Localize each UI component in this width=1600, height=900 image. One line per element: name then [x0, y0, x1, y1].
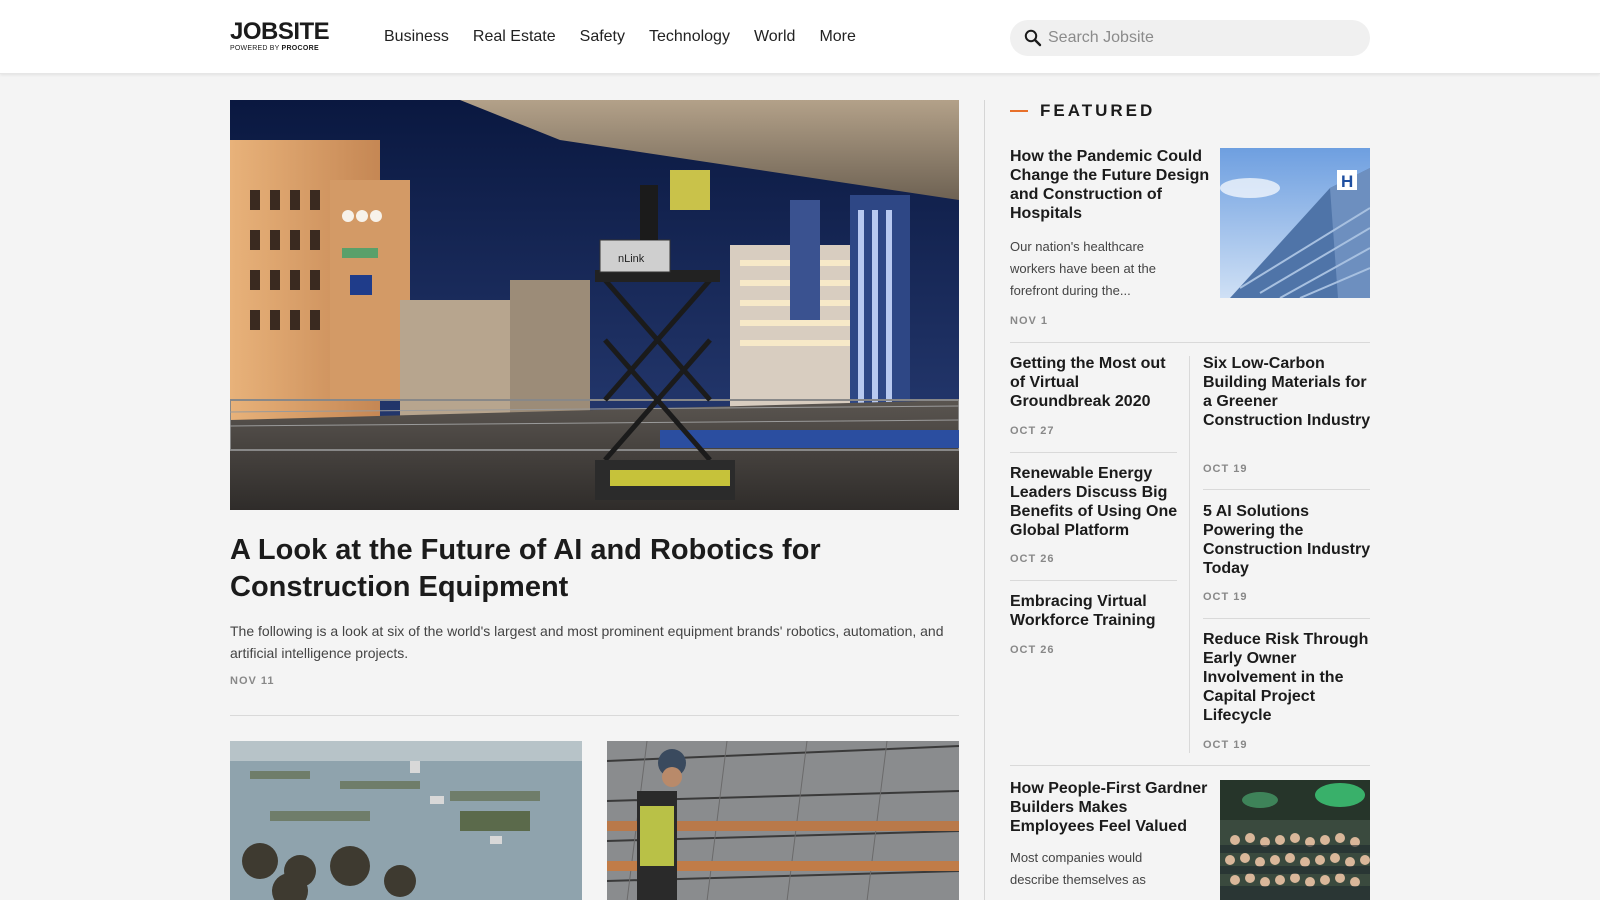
- left-divider-1: [1010, 452, 1177, 453]
- featured-top-title[interactable]: How the Pandemic Could Change the Future…: [1010, 147, 1210, 223]
- right-item-1-date: OCT 19: [1203, 463, 1248, 475]
- featured-accent-dash: [1010, 110, 1028, 112]
- left-item-1-title[interactable]: Getting the Most out of Virtual Groundbr…: [1010, 354, 1182, 411]
- crowd-thumbnail[interactable]: [1220, 780, 1370, 900]
- featured-top-description: Our nation's healthcare workers have bee…: [1010, 239, 1156, 298]
- right-item-2-title[interactable]: 5 AI Solutions Powering the Construction…: [1203, 502, 1373, 578]
- right-item-1-title[interactable]: Six Low-Carbon Building Materials for a …: [1203, 354, 1373, 430]
- hero-divider: [230, 715, 959, 716]
- featured-label: FEATURED: [1040, 101, 1156, 120]
- lift-brand-label: nLink: [618, 253, 645, 265]
- right-divider-2: [1203, 618, 1370, 619]
- search-icon[interactable]: [1024, 29, 1042, 47]
- hero-title[interactable]: A Look at the Future of AI and Robotics …: [230, 532, 959, 606]
- right-item-2-date: OCT 19: [1203, 591, 1248, 603]
- logo-tagline-prefix: POWERED BY: [230, 45, 280, 52]
- featured-top-date: NOV 1: [1010, 315, 1049, 327]
- left-item-3-date: OCT 26: [1010, 644, 1055, 656]
- left-item-2-date: OCT 26: [1010, 553, 1055, 565]
- left-divider-2: [1010, 580, 1177, 581]
- hospital-sign: H: [1341, 172, 1353, 191]
- sidebar-column-divider: [1189, 356, 1190, 753]
- logo-tagline-brand: PROCORE: [281, 45, 319, 52]
- featured-divider-bottom: [1010, 765, 1370, 766]
- hero-date: NOV 11: [230, 675, 275, 687]
- featured-divider-top: [1010, 342, 1370, 343]
- left-item-2-title[interactable]: Renewable Energy Leaders Discuss Big Ben…: [1010, 464, 1182, 540]
- left-item-3-title[interactable]: Embracing Virtual Workforce Training: [1010, 592, 1182, 630]
- hero-description: The following is a look at six of the wo…: [230, 623, 944, 661]
- site-header: JOBSITE POWERED BY PROCORE Business Real…: [0, 0, 1600, 74]
- right-divider-1: [1203, 489, 1370, 490]
- nav-safety[interactable]: Safety: [580, 26, 625, 48]
- sidebar-divider: [984, 100, 985, 900]
- featured-bottom-title[interactable]: How People-First Gardner Builders Makes …: [1010, 779, 1210, 836]
- hero-image[interactable]: nLink: [230, 100, 959, 510]
- search-box[interactable]: [1010, 20, 1370, 56]
- right-item-3-date: OCT 19: [1203, 739, 1248, 751]
- logo-wordmark: JOBSITE: [230, 18, 330, 45]
- nav-real-estate[interactable]: Real Estate: [473, 26, 556, 48]
- featured-header: FEATURED: [1010, 100, 1155, 122]
- flood-article-thumbnail[interactable]: [230, 741, 582, 900]
- hospital-image-art: H: [1220, 148, 1370, 298]
- jobsite-logo[interactable]: JOBSITE POWERED BY PROCORE: [230, 20, 340, 53]
- left-item-1-date: OCT 27: [1010, 425, 1055, 437]
- crowd-image-art: [1220, 780, 1370, 900]
- nav-business[interactable]: Business: [384, 26, 449, 48]
- worker-image-art: [607, 741, 959, 900]
- main-nav: Business Real Estate Safety Technology W…: [384, 26, 880, 48]
- featured-bottom-description: Most companies would describe themselves…: [1010, 850, 1146, 887]
- worker-article-thumbnail[interactable]: [607, 741, 959, 900]
- search-input[interactable]: [1048, 20, 1358, 56]
- hero-image-art: nLink: [230, 100, 959, 510]
- hospital-thumbnail[interactable]: H: [1220, 148, 1370, 298]
- nav-world[interactable]: World: [754, 26, 796, 48]
- logo-tagline: POWERED BY PROCORE: [230, 44, 340, 53]
- nav-technology[interactable]: Technology: [649, 26, 730, 48]
- nav-more[interactable]: More: [819, 26, 855, 48]
- flood-image-art: [230, 741, 582, 900]
- right-item-3-title[interactable]: Reduce Risk Through Early Owner Involvem…: [1203, 630, 1373, 725]
